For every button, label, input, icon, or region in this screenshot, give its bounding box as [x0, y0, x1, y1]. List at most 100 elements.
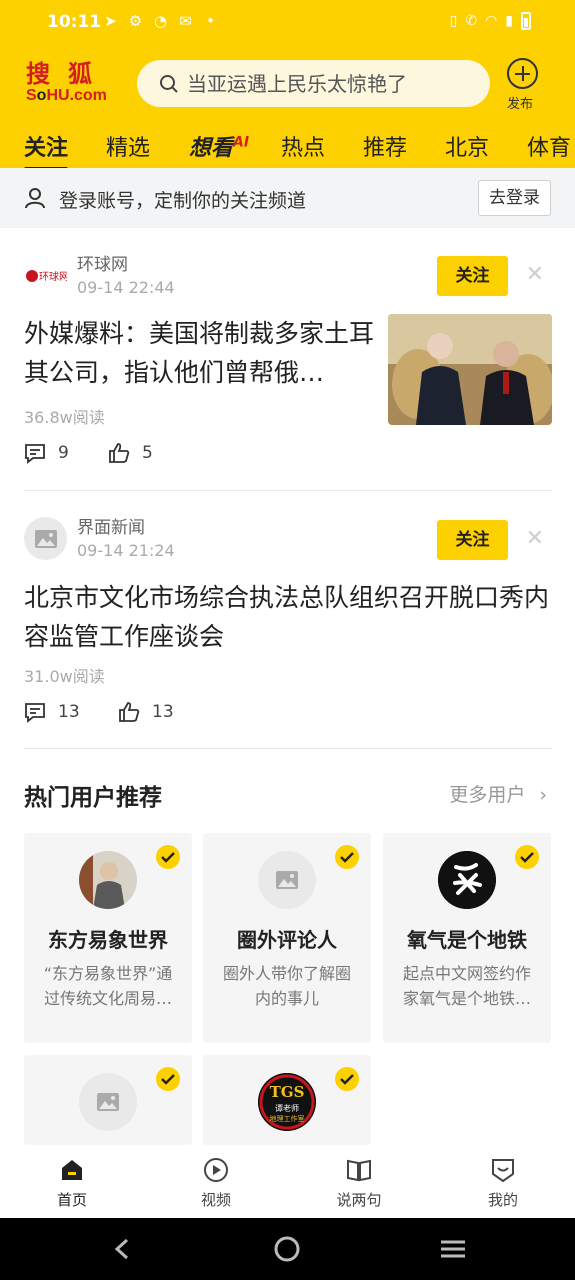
top-header: 10:11 ➤ ⚙ ◔ ✉ • ▯ ✆ ◠ ▮ 搜狐 SoHU.com 发布 关… — [0, 0, 575, 168]
wifi-call-icon: ✆ — [465, 13, 478, 29]
bottom-nav: 首页 视频 说两句 我的 — [0, 1145, 575, 1218]
check-icon[interactable] — [156, 1067, 180, 1091]
read-count: 36.8w阅读 — [24, 408, 105, 427]
divider — [24, 490, 552, 491]
home-icon — [62, 1160, 82, 1180]
article-title[interactable]: 北京市文化市场综合执法总队组织召开脱口秀内容监管工作座谈会 — [24, 578, 554, 656]
tab-recommend[interactable]: 推荐 — [363, 130, 407, 162]
image-placeholder-icon — [276, 871, 298, 889]
status-time: 10:11 — [47, 12, 102, 32]
user-card[interactable]: 圈外评论人 圈外人带你了解圈内的事儿 — [203, 833, 371, 1043]
user-card[interactable]: 东方易象世界 “东方易象世界”通过传统文化周易… — [24, 833, 192, 1043]
close-icon[interactable]: ✕ — [526, 526, 544, 551]
user-desc: “东方易象世界”通过传统文化周易… — [43, 964, 173, 1008]
vibrate-icon: ▯ — [449, 13, 458, 29]
source-name[interactable]: 环球网 — [77, 254, 175, 276]
source-avatar — [24, 517, 67, 560]
source-name[interactable]: 界面新闻 — [77, 517, 175, 539]
comment-icon[interactable] — [24, 701, 46, 723]
thumbs-up-icon[interactable] — [118, 701, 140, 723]
profile-shield-icon — [492, 1159, 514, 1183]
tab-hot[interactable]: 热点 — [281, 130, 325, 162]
search-bar[interactable] — [137, 60, 490, 107]
user-icon — [25, 188, 45, 209]
user-card[interactable]: TGS 谭老师 地理工作室 — [203, 1055, 371, 1145]
user-card[interactable] — [24, 1055, 192, 1145]
feed-item[interactable]: 界面新闻 09-14 21:24 关注 ✕ 北京市文化市场综合执法总队组织召开脱… — [24, 517, 552, 732]
search-icon — [160, 74, 178, 93]
check-icon[interactable] — [335, 845, 359, 869]
channel-tabs: 关注 精选 想看AI 热点 推荐 北京 体育 — [0, 124, 575, 168]
avatar — [79, 1073, 137, 1131]
sohu-logo[interactable]: 搜狐 SoHU.com — [26, 60, 112, 110]
avatar: TGS 谭老师 地理工作室 — [258, 1073, 316, 1131]
login-banner-text: 登录账号，定制你的关注频道 — [59, 190, 307, 212]
publish-button[interactable]: 发布 — [504, 58, 540, 112]
user-desc: 圈外人带你了解圈内的事儿 — [222, 964, 351, 1008]
user-card[interactable]: 氧气是个地铁 起点中文网签约作家氧气是个地铁… — [383, 833, 551, 1043]
logo-o: o — [36, 87, 47, 104]
article-thumbnail[interactable] — [388, 314, 552, 425]
back-icon[interactable] — [112, 1238, 132, 1260]
chevron-right-icon: › — [539, 784, 547, 806]
nav-profile[interactable]: 我的 — [458, 1157, 548, 1210]
login-button[interactable]: 去登录 — [478, 180, 551, 216]
section-title: 热门用户推荐 — [24, 785, 162, 811]
thumbs-up-icon[interactable] — [108, 442, 130, 464]
follow-button[interactable]: 关注 — [437, 256, 508, 296]
follow-button[interactable]: 关注 — [437, 520, 508, 560]
nav-home[interactable]: 首页 — [27, 1157, 117, 1210]
login-banner: 登录账号，定制你的关注频道 去登录 — [0, 168, 575, 228]
divider — [24, 748, 552, 749]
like-count: 5 — [142, 443, 153, 463]
battery-icon — [521, 12, 531, 30]
plus-circle-icon — [506, 58, 538, 89]
signal-icon: ▮ — [505, 13, 513, 29]
svg-text:环球网: 环球网 — [39, 270, 67, 283]
user-name: 氧气是个地铁 — [407, 928, 527, 952]
more-users-link[interactable]: 更多用户 › — [449, 780, 547, 807]
comment-count: 13 — [58, 702, 80, 722]
close-icon[interactable]: ✕ — [526, 262, 544, 287]
tab-sports[interactable]: 体育 — [527, 130, 571, 162]
gear-icon: ⚙ — [128, 12, 143, 30]
image-placeholder-icon — [34, 529, 57, 548]
tab-featured[interactable]: 精选 — [106, 130, 150, 162]
image-placeholder-icon — [97, 1093, 119, 1111]
book-icon — [347, 1159, 371, 1182]
user-desc: 起点中文网签约作家氧气是个地铁… — [402, 964, 531, 1008]
tab-beijing[interactable]: 北京 — [445, 130, 489, 162]
check-icon[interactable] — [156, 845, 180, 869]
read-count: 31.0w阅读 — [24, 667, 105, 686]
publish-time: 09-14 22:44 — [77, 278, 175, 297]
recent-apps-icon[interactable] — [439, 1239, 467, 1259]
telegram-icon: ➤ — [104, 12, 117, 30]
wifi-icon: ◠ — [485, 13, 498, 29]
article-title[interactable]: 外媒爆料：美国将制裁多家土耳其公司，指认他们曾帮俄… — [24, 314, 374, 392]
tab-wanna-see[interactable]: 想看AI — [189, 130, 249, 162]
dot-icon: • — [206, 12, 215, 30]
avatar — [258, 851, 316, 909]
nav-video[interactable]: 视频 — [171, 1157, 261, 1210]
comment-icon[interactable] — [24, 442, 46, 464]
tab-follow[interactable]: 关注 — [24, 130, 69, 168]
compass-icon: ◔ — [153, 12, 168, 30]
svg-text:谭老师: 谭老师 — [275, 1103, 299, 1113]
home-circle-icon[interactable] — [274, 1236, 300, 1262]
system-nav-bar — [0, 1218, 575, 1280]
svg-text:地理工作室: 地理工作室 — [270, 1114, 305, 1123]
status-bar: 10:11 ➤ ⚙ ◔ ✉ • ▯ ✆ ◠ ▮ — [0, 0, 575, 48]
check-icon[interactable] — [515, 845, 539, 869]
nav-comments[interactable]: 说两句 — [314, 1157, 404, 1210]
avatar — [438, 851, 496, 909]
feed-item[interactable]: 环球网 环球网 09-14 22:44 关注 ✕ 外媒爆料：美国将制裁多家土耳其… — [24, 254, 552, 474]
source-logo: 环球网 — [24, 254, 67, 297]
search-input[interactable] — [187, 71, 477, 96]
like-count: 13 — [152, 702, 174, 722]
user-name: 东方易象世界 — [48, 928, 168, 952]
comment-count: 9 — [58, 443, 69, 463]
check-icon[interactable] — [335, 1067, 359, 1091]
mail-icon: ✉ — [179, 12, 192, 30]
huanqiu-logo-icon: 环球网 — [26, 269, 67, 283]
avatar — [79, 851, 137, 909]
